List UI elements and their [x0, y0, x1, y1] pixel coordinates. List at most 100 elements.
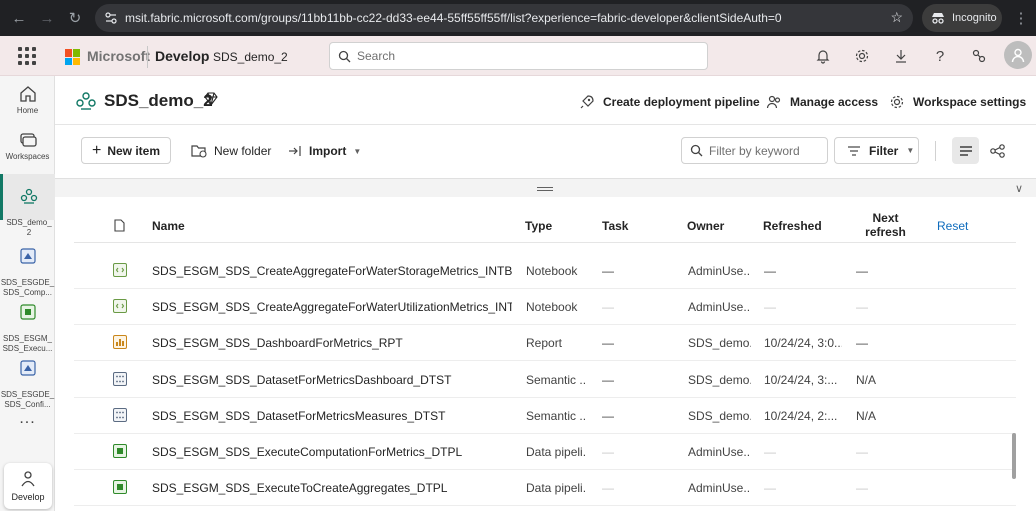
new-folder-label: New folder: [214, 144, 272, 158]
item-name[interactable]: SDS_ESGM_SDS_DatasetForMetricsDashboard_…: [152, 373, 512, 387]
workspace-settings-label: Workspace settings: [913, 95, 1027, 109]
bookmark-star-icon[interactable]: ☆: [890, 9, 903, 26]
pipeline-icon: [112, 479, 128, 495]
lineage-view-button[interactable]: [988, 141, 1008, 161]
item-task: —: [602, 445, 614, 459]
item-name[interactable]: SDS_ESGM_SDS_DashboardForMetrics_RPT: [152, 336, 512, 350]
item-task: —: [602, 264, 614, 278]
new-item-button[interactable]: + New item: [81, 137, 171, 164]
rail-item-sds-demo-2[interactable]: SDS_demo_ 2: [0, 174, 55, 237]
pane-splitter[interactable]: ∨: [55, 178, 1036, 197]
microsoft-logo-icon: [65, 49, 81, 65]
item-task: —: [602, 408, 614, 423]
lakehouse-icon: [19, 248, 36, 264]
app-header: Microsoft Develop SDS_demo_2 Search ?: [0, 36, 1036, 76]
address-bar[interactable]: msit.fabric.microsoft.com/groups/11bb11b…: [95, 4, 913, 32]
import-label: Import: [309, 144, 347, 158]
table-row[interactable]: SDS_ESGM_SDS_CreateAggregateForWaterUtil…: [74, 289, 1016, 326]
item-owner: AdminUse...: [688, 481, 751, 496]
workspace-breadcrumb[interactable]: SDS_demo_2: [213, 50, 288, 64]
manage-access-button[interactable]: Manage access: [766, 94, 878, 110]
column-header-task[interactable]: Task: [602, 219, 628, 233]
column-header-owner[interactable]: Owner: [687, 219, 724, 233]
rail-item-label: SDS_demo_ 2: [6, 218, 52, 237]
table-row[interactable]: SDS_ESGM_SDS_DatasetForMetricsDashboard_…: [74, 362, 1016, 398]
browser-menu-icon[interactable]: ⋮: [1010, 7, 1032, 29]
column-header-refreshed[interactable]: Refreshed: [763, 219, 822, 233]
workspace-group-icon: [76, 92, 96, 110]
rail-item-sds-esgm-execu[interactable]: SDS_ESGM_ SDS_Execu...: [0, 292, 55, 354]
table-row[interactable]: SDS_ESGM_SDS_DashboardForMetrics_RPT Repo…: [74, 325, 1016, 362]
list-view-icon: [959, 145, 972, 156]
item-name[interactable]: SDS_ESGM_SDS_ExecuteToCreateAggregates_D…: [152, 481, 512, 495]
reset-columns-link[interactable]: Reset: [937, 219, 968, 233]
rail-item-sds-esgde-comp[interactable]: SDS_ESGDE_ SDS_Comp...: [0, 236, 55, 298]
more-options-icon[interactable]: ...: [0, 410, 55, 428]
workspace-settings-button[interactable]: Workspace settings: [889, 94, 1026, 110]
url-text[interactable]: msit.fabric.microsoft.com/groups/11bb11b…: [125, 11, 782, 25]
new-folder-button[interactable]: New folder: [191, 144, 271, 158]
item-refreshed: —: [764, 445, 776, 459]
command-bar: + New item New folder Import ▼ Filter by…: [55, 125, 1036, 178]
item-name[interactable]: SDS_ESGM_SDS_CreateAggregateForWaterUtil…: [152, 300, 512, 314]
drag-handle-icon[interactable]: [537, 187, 553, 191]
experience-switcher[interactable]: Develop: [4, 463, 52, 509]
download-icon[interactable]: [891, 46, 911, 66]
reload-icon[interactable]: ↻: [64, 7, 86, 29]
notifications-icon[interactable]: [813, 46, 833, 66]
column-header-name[interactable]: Name: [152, 219, 185, 233]
brand-name: Microsoft: [87, 48, 150, 64]
create-deployment-pipeline-button[interactable]: Create deployment pipeline: [579, 94, 760, 110]
column-header-next-refresh[interactable]: Next refresh: [858, 211, 913, 239]
site-info-icon[interactable]: [105, 12, 117, 24]
item-name[interactable]: SDS_ESGM_SDS_ExecuteComputationForMetric…: [152, 445, 512, 459]
item-refreshed: —: [764, 264, 776, 278]
semantic-model-icon: [112, 371, 128, 387]
rail-item-workspaces[interactable]: Workspaces: [0, 130, 55, 162]
app-launcher-icon[interactable]: [18, 47, 36, 65]
item-task: —: [602, 372, 614, 387]
table-header: Name Type Task Owner Refreshed Next refr…: [74, 205, 1016, 243]
item-next-refresh: N/A: [856, 408, 877, 423]
back-icon[interactable]: ←: [8, 7, 30, 29]
table-row[interactable]: SDS_ESGM_SDS_ExecuteComputationForMetric…: [74, 434, 1016, 470]
app-name[interactable]: Develop: [155, 48, 209, 64]
column-header-type[interactable]: Type: [525, 219, 552, 233]
collapse-chevron-icon[interactable]: ∨: [1015, 182, 1023, 195]
chevron-down-icon: ▼: [353, 146, 362, 156]
avatar[interactable]: [1004, 41, 1032, 69]
help-icon[interactable]: ?: [930, 46, 950, 66]
settings-gear-icon[interactable]: [852, 46, 872, 66]
item-name[interactable]: SDS_ESGM_SDS_DatasetForMetricsMeasures_D…: [152, 409, 512, 423]
incognito-badge[interactable]: Incognito: [922, 4, 1002, 32]
lineage-icon: [990, 144, 1005, 158]
share-feedback-icon[interactable]: [969, 46, 989, 66]
semantic-model-icon: [112, 407, 128, 423]
forward-icon[interactable]: →: [36, 7, 58, 29]
plus-icon: +: [92, 141, 102, 159]
develop-icon: [21, 471, 35, 487]
notebook-icon: [112, 298, 128, 314]
table-row[interactable]: SDS_ESGM_SDS_DatasetForMetricsMeasures_D…: [74, 398, 1016, 434]
item-name[interactable]: SDS_ESGM_SDS_CreateAggregateForWaterStor…: [152, 264, 512, 278]
table-row[interactable]: SDS_ESGM_SDS_ExecuteToCreateAggregates_D…: [74, 470, 1016, 507]
filter-icon: [848, 145, 860, 156]
search-input[interactable]: Search: [329, 42, 708, 70]
list-view-button[interactable]: [952, 137, 979, 164]
create-deployment-pipeline-label: Create deployment pipeline: [603, 95, 760, 109]
item-next-refresh: —: [856, 481, 868, 496]
rail-item-sds-esgde-confi[interactable]: SDS_ESGDE_ SDS_Confi...: [0, 348, 55, 410]
item-next-refresh: —: [856, 264, 868, 278]
item-owner: SDS_demo...: [688, 372, 751, 387]
new-item-label: New item: [107, 143, 161, 158]
import-dropdown[interactable]: Import ▼: [288, 144, 361, 158]
item-refreshed: 10/24/24, 3:0...: [764, 336, 842, 351]
item-refreshed: —: [764, 300, 776, 315]
filter-button[interactable]: Filter ▼: [834, 137, 919, 164]
vertical-scrollbar[interactable]: [1012, 433, 1016, 479]
premium-diamond-icon[interactable]: [203, 92, 219, 106]
filter-input[interactable]: Filter by keyword: [681, 137, 828, 164]
rail-item-home[interactable]: Home: [0, 84, 55, 116]
develop-label: Develop: [11, 492, 45, 502]
table-row[interactable]: SDS_ESGM_SDS_CreateAggregateForWaterStor…: [74, 253, 1016, 289]
